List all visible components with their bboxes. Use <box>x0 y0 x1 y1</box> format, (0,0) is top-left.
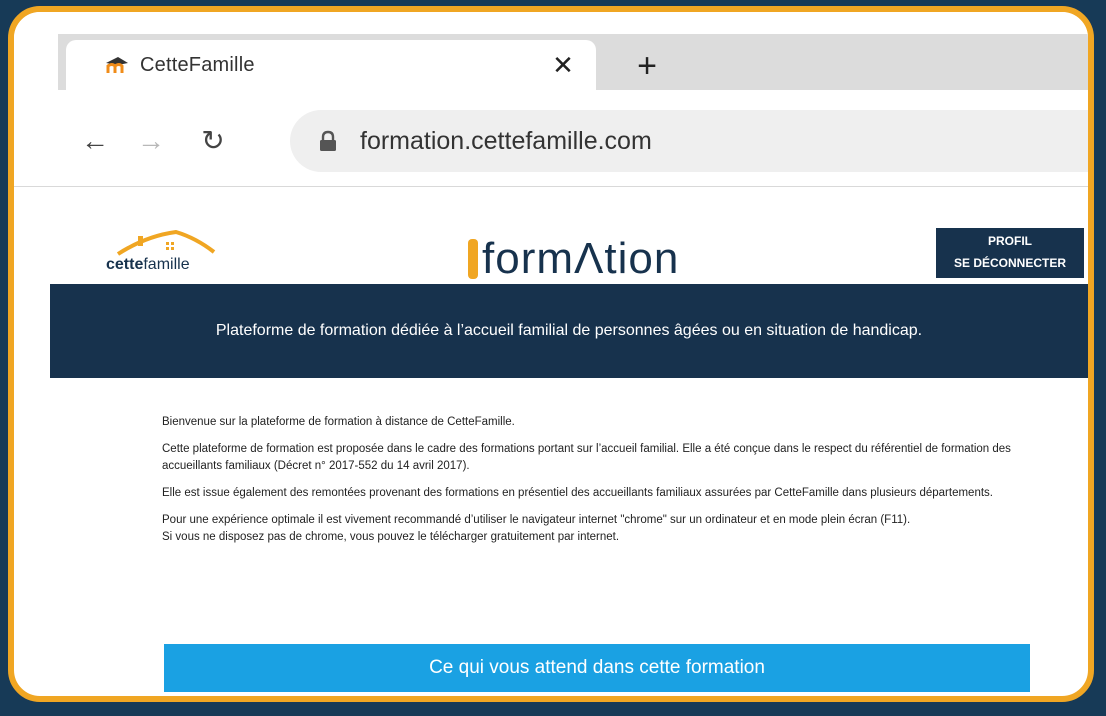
logo-text-light: famille <box>143 256 190 273</box>
browser-frame: CetteFamille ✕ + ← → ↻ formation.cettefa… <box>8 6 1094 702</box>
navigation-bar: ← → ↻ formation.cettefamille.com <box>14 90 1088 187</box>
banner-text: Plateforme de formation dédiée à l’accue… <box>215 322 923 339</box>
site-header: cettefamille formΛtion Profil Se déconne… <box>50 188 1088 288</box>
download-advice: Si vous ne disposez pas de chrome, vous … <box>162 531 620 543</box>
url-text: formation.cettefamille.com <box>360 126 652 155</box>
description-paragraph: Cette plateforme de formation est propos… <box>162 443 1011 472</box>
tab-title: CetteFamille <box>140 53 255 76</box>
welcome-content: Bienvenue sur la plateforme de formation… <box>162 414 1022 546</box>
address-bar[interactable]: formation.cettefamille.com <box>290 110 1088 172</box>
moodle-favicon-icon <box>106 57 128 73</box>
formation-logo-text: formΛtion <box>482 234 680 283</box>
back-arrow-icon[interactable]: ← <box>78 124 112 158</box>
cettefamille-logo[interactable]: cettefamille <box>106 228 236 282</box>
recommendation-paragraph: Pour une expérience optimale il est vive… <box>162 512 1022 546</box>
new-tab-icon[interactable]: + <box>630 49 664 84</box>
profile-link[interactable]: Profil <box>936 230 1084 252</box>
user-menu: Profil Se déconnecter <box>936 228 1084 278</box>
welcome-paragraph: Bienvenue sur la plateforme de formation… <box>162 416 515 428</box>
formation-overview-button[interactable]: Ce qui vous attend dans cette formation <box>164 644 1030 692</box>
logo-text: cettefamille <box>106 256 190 274</box>
reload-icon[interactable]: ↻ <box>196 124 230 158</box>
forward-arrow-icon[interactable]: → <box>134 124 168 158</box>
close-tab-icon[interactable]: ✕ <box>548 50 578 80</box>
cta-label: Ce qui vous attend dans cette formation <box>429 657 765 678</box>
house-roof-icon <box>116 229 216 256</box>
lock-icon <box>320 130 336 151</box>
site-banner: Plateforme de formation dédiée à l’accue… <box>50 284 1088 378</box>
browser-recommendation: Pour une expérience optimale il est vive… <box>162 514 911 526</box>
browser-tab[interactable]: CetteFamille ✕ <box>66 40 596 90</box>
formation-logo-bar <box>468 239 478 279</box>
logo-text-bold: cette <box>106 256 144 273</box>
origin-paragraph: Elle est issue également des remontées p… <box>162 487 993 499</box>
formation-logo: formΛtion <box>468 234 679 284</box>
tab-strip: CetteFamille ✕ + <box>14 12 1088 90</box>
logout-link[interactable]: Se déconnecter <box>936 252 1084 274</box>
